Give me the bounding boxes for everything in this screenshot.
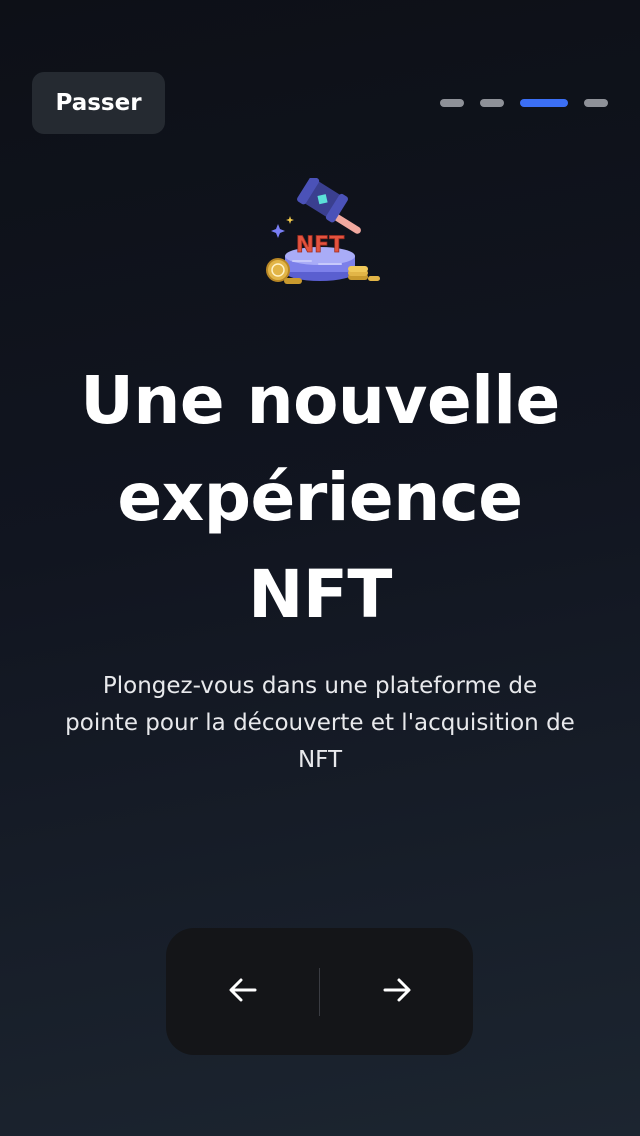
arrow-left-icon — [225, 972, 261, 1012]
subtitle-line-3: NFT — [297, 747, 343, 773]
subtitle-line-2: pointe pour la découverte et l'acquisiti… — [65, 710, 575, 736]
svg-text:NFT: NFT — [296, 233, 344, 258]
title-line-1: Une nouvelle — [80, 362, 560, 439]
previous-button[interactable] — [166, 928, 319, 1055]
page-dot-4 — [584, 99, 608, 107]
page-title: Une nouvelle expérience NFT — [20, 352, 620, 643]
title-line-3: NFT — [248, 556, 392, 633]
page-subtitle: Plongez-vous dans une plateforme de poin… — [28, 668, 612, 779]
page-dot-3-active — [520, 99, 568, 107]
page-dot-1 — [440, 99, 464, 107]
title-line-2: expérience — [117, 459, 523, 536]
onboarding-navigation — [166, 928, 473, 1055]
nft-auction-gavel-icon: NFT — [264, 175, 384, 290]
arrow-right-icon — [379, 972, 415, 1012]
skip-button[interactable]: Passer — [32, 72, 165, 134]
subtitle-line-1: Plongez-vous dans une plateforme de — [102, 673, 538, 699]
page-indicator — [440, 99, 608, 107]
page-dot-2 — [480, 99, 504, 107]
next-button[interactable] — [320, 928, 473, 1055]
